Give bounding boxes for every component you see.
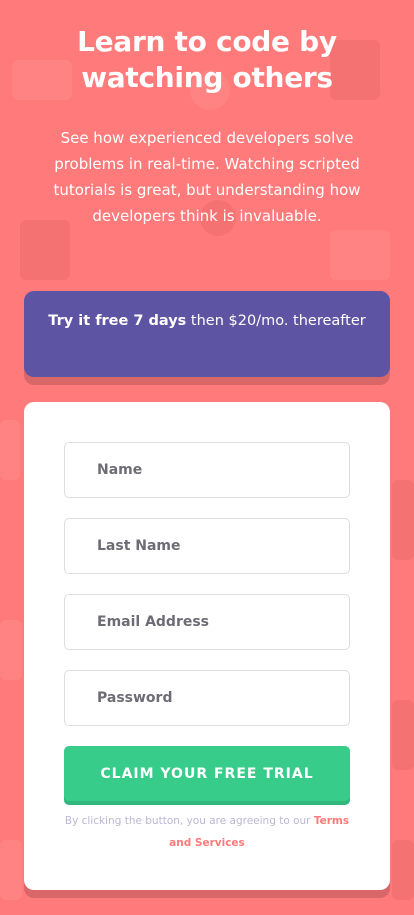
- email-input[interactable]: [64, 594, 350, 650]
- promo-strong-text: Try it free 7 days: [48, 313, 187, 329]
- last-name-input[interactable]: [64, 518, 350, 574]
- terms-notice: By clicking the button, you are agreeing…: [64, 810, 350, 854]
- first-name-input[interactable]: [64, 442, 350, 498]
- promo-rest-text: then $20/mo. thereafter: [186, 313, 366, 329]
- claim-trial-button[interactable]: Claim your free trial: [64, 746, 350, 801]
- password-input[interactable]: [64, 670, 350, 726]
- signup-form: Claim your free trial By clicking the bu…: [24, 402, 390, 890]
- promo-banner: Try it free 7 days then $20/mo. thereaft…: [24, 291, 390, 377]
- terms-prefix: By clicking the button, you are agreeing…: [64, 815, 314, 827]
- hero-title: Learn to code by watching others: [77, 25, 337, 94]
- page: Learn to code by watching others See how…: [0, 0, 414, 915]
- hero-description: See how experienced developers solve pro…: [53, 129, 361, 225]
